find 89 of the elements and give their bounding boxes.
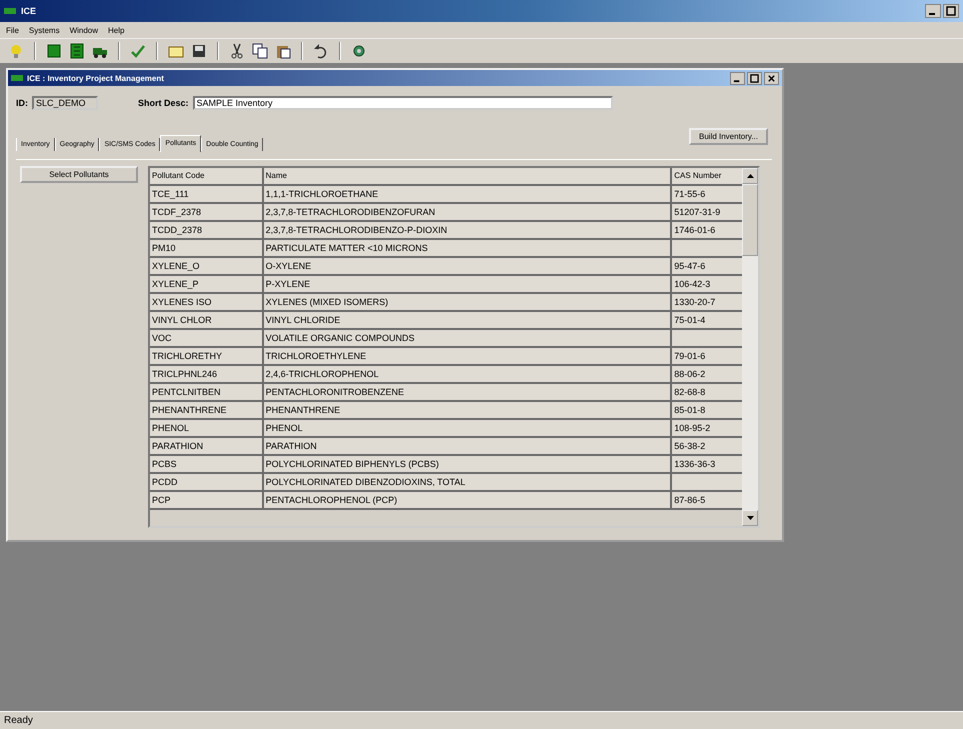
id-field[interactable]: SLC_DEMO (32, 96, 98, 110)
table-cell: 2,3,7,8-TETRACHLORODIBENZO-P-DIOXIN (264, 222, 672, 238)
menu-item[interactable]: Window (70, 26, 98, 34)
table-cell: 75-01-4 (672, 312, 742, 328)
copy-icon[interactable] (252, 43, 268, 59)
build-inventory-button[interactable]: Build Inventory... (689, 128, 768, 145)
table-cell: XYLENES ISO (150, 294, 264, 310)
check-icon[interactable] (130, 43, 146, 59)
table-cell: PHENOL (150, 420, 264, 436)
scissors-icon[interactable] (229, 43, 245, 59)
grid-icon[interactable] (69, 43, 85, 59)
undo-icon[interactable] (313, 43, 329, 59)
field-label: ID: (16, 98, 28, 108)
restore-icon[interactable] (943, 4, 959, 18)
table-cell: PHENOL (264, 420, 672, 436)
menu-item[interactable]: Systems (28, 26, 60, 34)
table-cell: PARATHION (264, 438, 672, 454)
column-header[interactable]: Pollutant Code (150, 168, 264, 184)
table-cell: PCBS (150, 456, 264, 472)
scroll-down-icon[interactable] (742, 510, 758, 526)
table-cell: 2,4,6-TRICHLOROPHENOL (264, 366, 672, 382)
clipboard-icon[interactable] (275, 43, 291, 59)
table-cell (672, 330, 742, 346)
scroll-thumb[interactable] (742, 184, 758, 256)
table-cell: XYLENES (MIXED ISOMERS) (264, 294, 672, 310)
minimize-icon[interactable] (730, 72, 745, 84)
table-cell: PCP (150, 492, 264, 508)
scrollbar[interactable] (742, 168, 758, 526)
table-cell: VINYL CHLORIDE (264, 312, 672, 328)
table-cell: PM10 (150, 240, 264, 256)
table-cell: 87-86-5 (672, 492, 742, 508)
table-cell: TCDD_2378 (150, 222, 264, 238)
close-icon[interactable] (764, 72, 779, 84)
table-cell: POLYCHLORINATED DIBENZODIOXINS, TOTAL (264, 474, 672, 490)
table-cell: PHENANTHRENE (150, 402, 264, 418)
table-cell: PENTACHLORONITROBENZENE (264, 384, 672, 400)
table-cell: 106-42-3 (672, 276, 742, 292)
window-icon (11, 73, 23, 83)
table-cell: VINYL CHLOR (150, 312, 264, 328)
table-cell: TCDF_2378 (150, 204, 264, 220)
square-icon[interactable] (46, 43, 62, 59)
description-field[interactable]: SAMPLE Inventory (192, 96, 613, 110)
table-cell: 1336-36-3 (672, 456, 742, 472)
table-cell: TRICLPHNL246 (150, 366, 264, 382)
table-cell: TRICHLOROETHYLENE (264, 348, 672, 364)
table-cell (672, 240, 742, 256)
table-cell: VOLATILE ORGANIC COMPOUNDS (264, 330, 672, 346)
table-cell: TCE_111 (150, 186, 264, 202)
column-header[interactable]: Name (264, 168, 672, 184)
table-cell (672, 474, 742, 490)
table-cell: PENTACHLOROPHENOL (PCP) (264, 492, 672, 508)
field-label: Short Desc: (138, 98, 189, 108)
save-icon[interactable] (191, 43, 207, 59)
table-cell: 1330-20-7 (672, 294, 742, 310)
table-cell: TRICHLORETHY (150, 348, 264, 364)
status-text: Ready (4, 715, 33, 726)
table-cell: 51207-31-9 (672, 204, 742, 220)
table-cell: PARATHION (150, 438, 264, 454)
table-cell: 2,3,7,8-TETRACHLORODIBENZOFURAN (264, 204, 672, 220)
window-title: ICE : Inventory Project Management (27, 74, 164, 82)
table-cell: 79-01-6 (672, 348, 742, 364)
app-icon (4, 6, 16, 16)
table-cell: 71-55-6 (672, 186, 742, 202)
table-cell: VOC (150, 330, 264, 346)
table-cell: PENTCLNITBEN (150, 384, 264, 400)
table-cell: 56-38-2 (672, 438, 742, 454)
table-cell: 88-06-2 (672, 366, 742, 382)
table-cell: P-XYLENE (264, 276, 672, 292)
table-cell: 1,1,1-TRICHLOROETHANE (264, 186, 672, 202)
app-title: ICE (21, 6, 36, 16)
table-cell: O-XYLENE (264, 258, 672, 274)
table-cell: XYLENE_O (150, 258, 264, 274)
table-cell: 1746-01-6 (672, 222, 742, 238)
scroll-up-icon[interactable] (742, 168, 758, 184)
table-cell: POLYCHLORINATED BIPHENYLS (PCBS) (264, 456, 672, 472)
menu-item[interactable]: Help (108, 26, 124, 34)
select-pollutants-button[interactable]: Select Pollutants (20, 166, 138, 183)
table-cell: 95-47-6 (672, 258, 742, 274)
maximize-icon[interactable] (747, 72, 762, 84)
table-cell: PHENANTHRENE (264, 402, 672, 418)
table-cell: 82-68-8 (672, 384, 742, 400)
table-cell: 85-01-8 (672, 402, 742, 418)
table-cell: PCDD (150, 474, 264, 490)
column-header[interactable]: CAS Number (672, 168, 742, 184)
table-cell: PARTICULATE MATTER <10 MICRONS (264, 240, 672, 256)
table-cell: 108-95-2 (672, 420, 742, 436)
table-cell: XYLENE_P (150, 276, 264, 292)
menu-item[interactable]: File (6, 26, 19, 34)
minimize-icon[interactable] (925, 4, 941, 18)
